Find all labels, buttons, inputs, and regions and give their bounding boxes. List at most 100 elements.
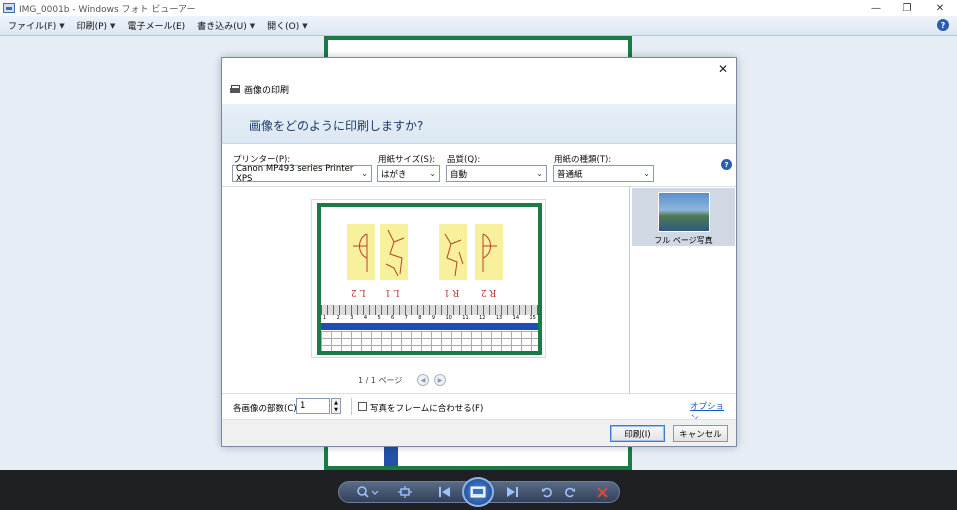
actual-size-icon[interactable] [397, 485, 413, 499]
layout-list: フル ページ写真 [630, 186, 736, 394]
chevron-down-icon: ⌄ [361, 169, 368, 178]
menu-burn[interactable]: 書き込み(U) ▼ [197, 19, 256, 33]
printer-icon [230, 85, 240, 94]
card-label: L 2 [351, 287, 366, 297]
print-button[interactable]: 印刷(I) [610, 425, 665, 442]
fit-frame-label: 写真をフレームに合わせる(F) [370, 404, 484, 414]
next-icon[interactable] [504, 485, 520, 499]
page-count: 1 / 1 ページ [358, 376, 403, 385]
preview-card [439, 224, 467, 280]
dialog-title-text: 画像の印刷 [244, 86, 290, 96]
chevron-down-icon: ▼ [59, 21, 65, 30]
chevron-down-icon: ▼ [302, 21, 308, 30]
menu-file[interactable]: ファイル(F) ▼ [8, 19, 65, 33]
quality-value: 自動 [450, 169, 468, 180]
chevron-right-icon: ▶ [437, 376, 443, 384]
dialog-question: 画像をどのように印刷しますか? [249, 119, 424, 133]
menu-email[interactable]: 電子メール(E) [127, 19, 185, 32]
minimize-button[interactable]: — [861, 0, 891, 16]
ruler-number: 10 [445, 315, 452, 321]
preview-card [475, 224, 503, 280]
preview-blue-bar [321, 323, 538, 330]
ruler-numbers: 1 2 3 4 5 6 7 8 9 10 11 12 13 14 15 [321, 315, 538, 323]
copies-input[interactable]: 1 [296, 398, 330, 414]
dialog-title: 画像の印刷 [230, 83, 289, 96]
paper-size-label: 用紙サイズ(S): [378, 155, 436, 165]
zoom-icon[interactable] [356, 485, 380, 499]
slideshow-button[interactable] [462, 477, 494, 507]
ruler-number: 7 [404, 315, 408, 321]
preview-card [380, 224, 408, 280]
layout-thumbnail [658, 192, 710, 232]
menu-label: 電子メール(E) [127, 22, 186, 32]
dialog-close-button[interactable]: ✕ [716, 62, 730, 76]
divider [351, 398, 352, 415]
help-icon[interactable]: ? [937, 19, 949, 31]
previous-page-button[interactable]: ◀ [417, 374, 429, 386]
next-page-button[interactable]: ▶ [434, 374, 446, 386]
menu-bar: ファイル(F) ▼ 印刷(P) ▼ 電子メール(E) 書き込み(U) ▼ 開く(O) ▼ [0, 16, 957, 36]
ruler-number: 12 [479, 315, 486, 321]
quality-label: 品質(Q): [447, 155, 481, 165]
ruler-number: 14 [512, 315, 520, 321]
ruler-number: 4 [363, 315, 368, 321]
fit-frame-checkbox[interactable] [358, 402, 367, 411]
ruler-number: 9 [431, 315, 436, 321]
menu-open[interactable]: 開く(O) ▼ [267, 19, 308, 33]
menu-label: ファイル(F) [8, 22, 57, 32]
paper-type-value: 普通紙 [557, 169, 583, 180]
preview-photo: L 2 L 1 R 1 R 2 1 2 3 4 5 6 7 8 9 10 11 … [317, 203, 542, 355]
chevron-down-icon: ▼ [110, 21, 116, 30]
preview-card [347, 224, 375, 280]
restore-button[interactable]: ❐ [892, 0, 922, 16]
print-preview-page: L 2 L 1 R 1 R 2 1 2 3 4 5 6 7 8 9 10 11 … [311, 199, 546, 358]
close-window-button[interactable]: ✕ [925, 0, 955, 16]
ruler-number: 8 [418, 315, 422, 321]
copies-label: 各画像の部数(C): [233, 404, 300, 414]
ruler-number: 15 [529, 315, 536, 321]
previous-icon[interactable] [437, 485, 453, 499]
layout-option-label: フル ページ写真 [654, 236, 713, 245]
photo-viewer-app-icon [3, 3, 15, 13]
photo-blue-strip [384, 446, 398, 466]
ruler-number: 13 [495, 315, 503, 321]
menu-label: 印刷(P) [76, 22, 108, 32]
paper-type-select[interactable]: 普通紙 ⌄ [553, 165, 654, 182]
chevron-down-icon[interactable]: ▼ [334, 407, 338, 413]
print-dialog: ✕ 画像の印刷 画像をどのように印刷しますか? プリンター(P): Canon … [221, 57, 737, 447]
chevron-left-icon: ◀ [420, 376, 426, 384]
help-icon[interactable]: ? [721, 159, 732, 170]
ruler-number: 2 [336, 315, 340, 321]
preview-ruler [321, 305, 538, 315]
ruler-number: 6 [391, 315, 395, 321]
chevron-down-icon: ⌄ [536, 169, 543, 178]
ruler-number: 1 [323, 315, 327, 321]
preview-grid [321, 331, 538, 351]
printer-select-value: Canon MP493 series Printer XPS [236, 163, 354, 184]
layout-option-full-page[interactable]: フル ページ写真 [632, 188, 735, 246]
paper-size-select[interactable]: はがき ⌄ [377, 165, 440, 182]
delete-icon[interactable] [594, 485, 610, 499]
rotate-clockwise-icon[interactable] [562, 485, 578, 499]
rotate-counterclockwise-icon[interactable] [539, 485, 555, 499]
chevron-up-icon[interactable]: ▲ [334, 400, 338, 406]
chevron-down-icon: ⌄ [643, 169, 650, 178]
chevron-down-icon: ⌄ [429, 169, 436, 178]
menu-label: 書き込み(U) [197, 22, 247, 32]
chevron-down-icon: ▼ [249, 21, 256, 30]
window-title: IMG_0001b - Windows フォト ビューアー [19, 4, 196, 15]
card-label: L 1 [385, 287, 400, 297]
printer-select[interactable]: Canon MP493 series Printer XPS ⌄ [232, 163, 372, 184]
title-bar: IMG_0001b - Windows フォト ビューアー — ❐ ✕ [0, 0, 957, 16]
ruler-number: 11 [462, 315, 469, 321]
copies-stepper[interactable]: ▲ ▼ [331, 398, 341, 414]
cancel-button[interactable]: キャンセル [673, 425, 728, 442]
menu-print[interactable]: 印刷(P) ▼ [76, 19, 116, 33]
quality-select[interactable]: 自動 ⌄ [446, 165, 547, 182]
paper-size-value: はがき [381, 169, 407, 180]
paper-type-label: 用紙の種類(T): [554, 155, 612, 165]
card-label: R 1 [444, 287, 460, 297]
card-label: R 2 [481, 287, 497, 297]
ruler-number: 5 [377, 315, 381, 321]
dialog-header: 画像をどのように印刷しますか? [222, 104, 736, 144]
